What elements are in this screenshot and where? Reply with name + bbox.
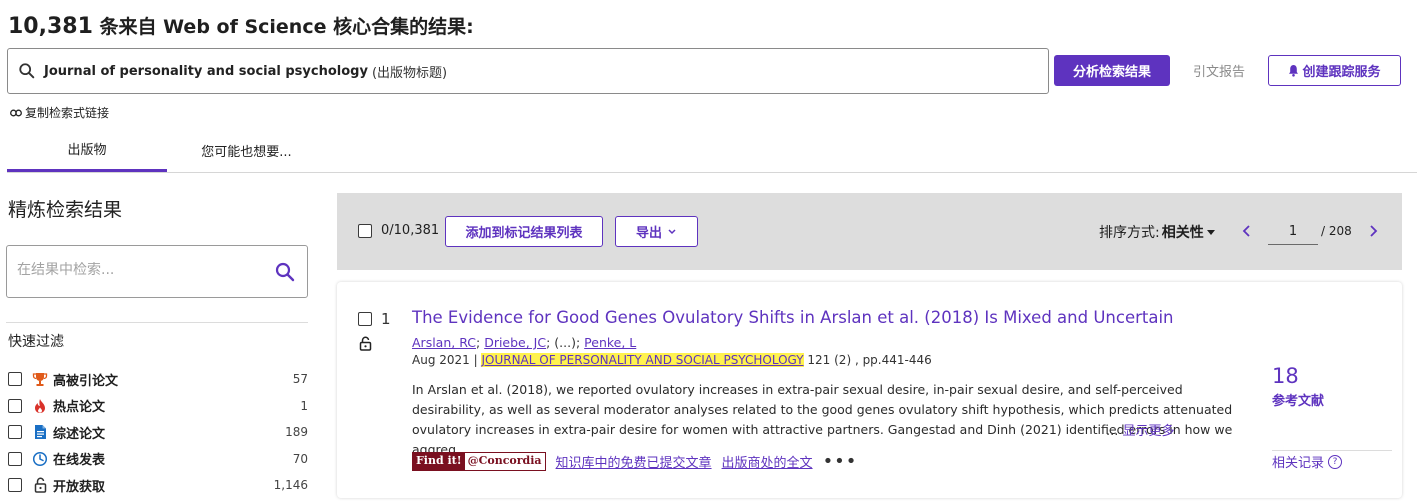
chevron-down-icon	[668, 229, 676, 235]
record-title-link[interactable]: The Evidence for Good Genes Ovulatory Sh…	[412, 308, 1174, 327]
tab-recommendations[interactable]: 您可能也想要...	[174, 128, 319, 172]
filter-count: 189	[285, 425, 308, 440]
caret-down-icon	[1206, 229, 1215, 235]
filter-label: 综述论文	[53, 426, 106, 442]
free-submitted-article-link[interactable]: 知识库中的免费已提交文章	[556, 452, 712, 471]
filter-early-access[interactable]: 在线发表 70	[8, 446, 308, 473]
record-links: Find it! @Concordia 知识库中的免费已提交文章 出版商处的全文…	[412, 452, 857, 471]
quick-filter-list: 高被引论文 57 热点论文 1 综述论文 189 在线发表 70 开放获取 1,…	[8, 366, 308, 499]
search-icon[interactable]	[275, 262, 295, 282]
page-title: 10,381 条来自 Web of Science 核心合集的结果:	[8, 12, 474, 39]
filter-count: 1	[300, 398, 308, 413]
filter-count: 1,146	[273, 478, 308, 493]
citation-label: 参考文献	[1272, 394, 1325, 409]
record-volume-pages: 121 (2) , pp.441-446	[807, 353, 932, 367]
copy-link-label: 复制检索式链接	[25, 106, 110, 120]
result-record: 1 The Evidence for Good Genes Ovulatory …	[337, 282, 1402, 498]
record-number: 1	[381, 310, 391, 328]
tab-publications[interactable]: 出版物	[7, 128, 167, 172]
sort-value: 相关性	[1161, 225, 1204, 241]
add-to-marked-list-button[interactable]: 添加到标记结果列表	[445, 216, 603, 247]
findit-label: Find it!	[413, 453, 465, 470]
filter-hot-papers[interactable]: 热点论文 1	[8, 393, 308, 420]
export-label: 导出	[635, 226, 662, 241]
show-more-ellipsis: ...	[1106, 424, 1119, 439]
citation-count[interactable]: 18	[1272, 364, 1299, 388]
filter-count: 57	[292, 372, 308, 387]
export-button[interactable]: 导出	[615, 216, 698, 247]
open-lock-icon	[359, 336, 372, 351]
filter-count: 70	[292, 451, 308, 466]
document-icon	[31, 423, 49, 441]
sort-dropdown[interactable]: 排序方式: 相关性	[1099, 222, 1216, 242]
record-checkbox[interactable]	[358, 312, 372, 326]
filter-highly-cited[interactable]: 高被引论文 57	[8, 366, 308, 393]
filter-checkbox[interactable]	[8, 372, 22, 387]
filter-label: 在线发表	[53, 453, 106, 469]
record-date: Aug 2021	[412, 353, 470, 367]
add-to-marked-label: 添加到标记结果列表	[465, 226, 583, 241]
copy-query-link[interactable]: 复制检索式链接	[10, 104, 109, 121]
sort-label: 排序方式:	[1099, 225, 1160, 241]
search-query-text: Journal of personality and social psycho…	[44, 63, 368, 79]
next-page-icon[interactable]	[1366, 223, 1380, 239]
filter-divider	[6, 322, 308, 323]
search-field-tag: (出版物标题)	[371, 65, 448, 81]
refine-search-input[interactable]	[17, 262, 257, 278]
authors-ellipsis[interactable]: (...)	[554, 335, 576, 350]
quick-filter-title: 快速过滤	[8, 334, 64, 350]
publisher-full-text-link[interactable]: 出版商处的全文	[722, 452, 813, 471]
refine-title: 精炼检索结果	[8, 199, 123, 221]
filter-checkbox[interactable]	[8, 478, 22, 493]
record-authors: Arslan, RC; Driebe, JC; (...); Penke, L	[412, 335, 637, 350]
filter-open-access[interactable]: 开放获取 1,146	[8, 472, 308, 499]
previous-page-icon[interactable]	[1240, 223, 1254, 239]
search-query-box[interactable]: Journal of personality and social psycho…	[7, 48, 1049, 94]
filter-checkbox[interactable]	[8, 425, 22, 440]
record-source: Aug 2021 | JOURNAL OF PERSONALITY AND SO…	[412, 353, 932, 367]
select-all-checkbox[interactable]	[358, 224, 372, 238]
link-icon	[10, 109, 22, 116]
citation-report-button[interactable]: 引文报告	[1178, 55, 1260, 86]
create-alert-label: 创建跟踪服务	[1302, 65, 1381, 80]
selected-count: 0/10,381	[381, 223, 440, 238]
citation-divider	[1272, 450, 1392, 451]
related-records-label: 相关记录	[1272, 456, 1325, 471]
author-link[interactable]: Penke, L	[584, 335, 636, 350]
filter-label: 高被引论文	[53, 373, 119, 389]
results-toolbar: 0/10,381 添加到标记结果列表 导出 排序方式: 相关性 / 208	[337, 193, 1402, 270]
show-more-link[interactable]: 显示更多	[1123, 424, 1175, 439]
related-records-link[interactable]: 相关记录 ?	[1272, 452, 1343, 471]
flame-icon	[31, 397, 49, 415]
result-tabs: 出版物 您可能也想要...	[7, 128, 1417, 173]
filter-review-papers[interactable]: 综述论文 189	[8, 419, 308, 446]
findit-concordia-button[interactable]: Find it! @Concordia	[412, 452, 546, 471]
show-more: ... 显示更多	[1106, 420, 1175, 439]
filter-checkbox[interactable]	[8, 398, 22, 413]
result-title-suffix: 条来自 Web of Science 核心合集的结果:	[99, 16, 474, 38]
filter-label: 开放获取	[53, 479, 106, 495]
author-link[interactable]: Arslan, RC	[412, 335, 476, 350]
search-icon	[19, 63, 35, 79]
clock-icon	[31, 450, 49, 468]
more-options-icon[interactable]: •••	[823, 452, 858, 470]
help-icon[interactable]: ?	[1328, 454, 1343, 469]
analyze-results-button[interactable]: 分析检索结果	[1054, 55, 1170, 86]
create-alert-button[interactable]: 创建跟踪服务	[1268, 55, 1401, 86]
page-number-input[interactable]	[1268, 219, 1318, 245]
filter-label: 热点论文	[53, 400, 106, 416]
total-pages: / 208	[1321, 224, 1352, 238]
findit-institution: @Concordia	[464, 453, 545, 470]
trophy-icon	[31, 370, 49, 388]
result-count: 10,381	[8, 14, 93, 39]
author-link[interactable]: Driebe, JC	[484, 335, 546, 350]
bell-icon	[1289, 65, 1299, 77]
open-lock-icon	[31, 476, 49, 494]
filter-checkbox[interactable]	[8, 451, 22, 466]
refine-search-box	[6, 245, 308, 298]
journal-link[interactable]: JOURNAL OF PERSONALITY AND SOCIAL PSYCHO…	[481, 353, 804, 367]
